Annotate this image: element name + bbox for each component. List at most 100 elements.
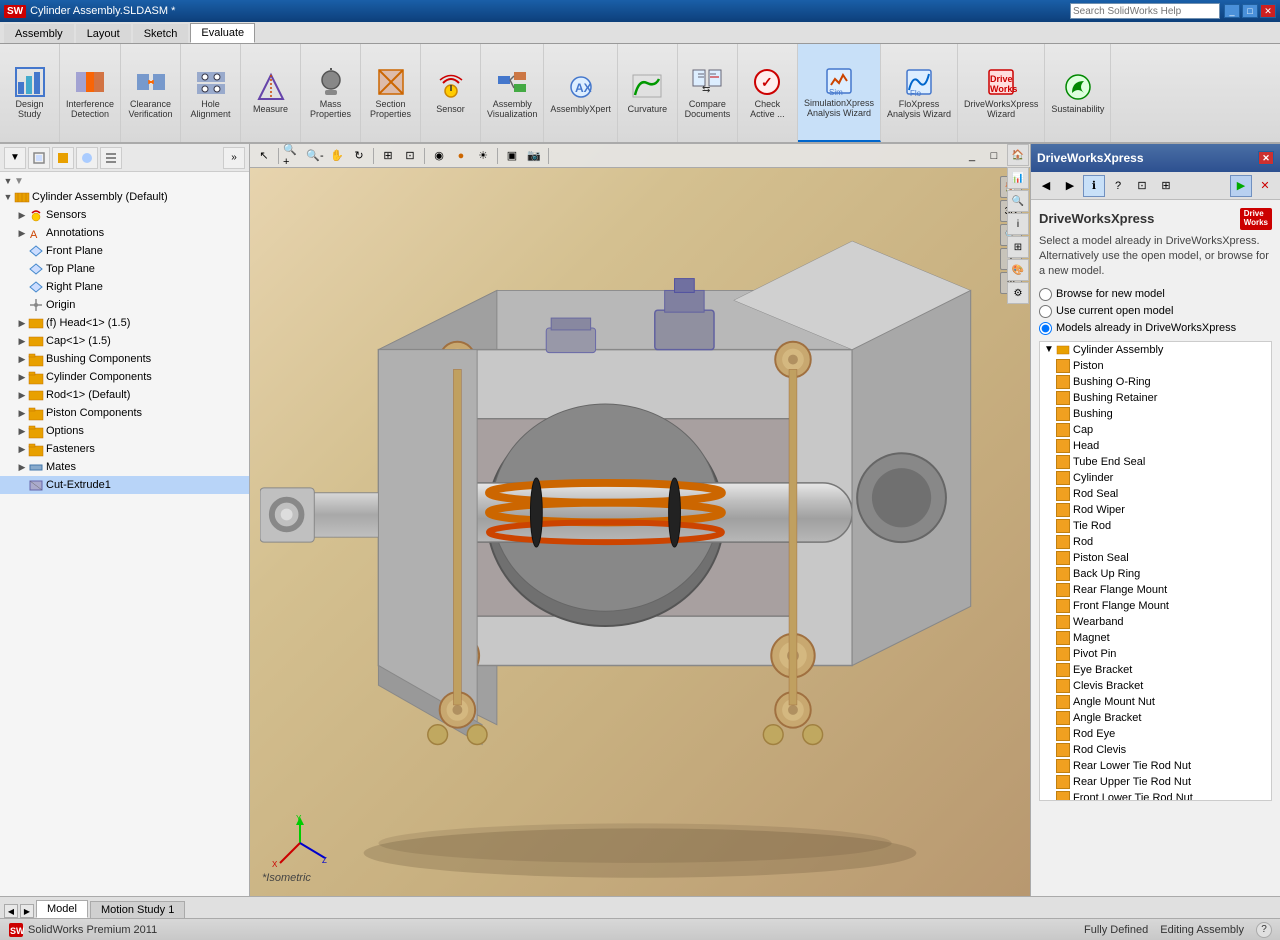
dw-tree-cylinder[interactable]: Cylinder xyxy=(1040,470,1271,486)
vp-display-btn[interactable]: ◉ xyxy=(429,147,449,165)
dw-tree-angle-mount-nut[interactable]: Angle Mount Nut xyxy=(1040,694,1271,710)
tree-bushing-components[interactable]: ▶ Bushing Components xyxy=(0,350,249,368)
ribbon-interference-detection[interactable]: InterferenceDetection xyxy=(60,44,121,142)
minimize-button[interactable]: _ xyxy=(1224,4,1240,18)
dw-tree-rod[interactable]: Rod xyxy=(1040,534,1271,550)
dw-tree-back-up-ring[interactable]: Back Up Ring xyxy=(1040,566,1271,582)
vp-pan-btn[interactable]: ✋ xyxy=(327,147,347,165)
radio-models-in-dw-input[interactable] xyxy=(1039,322,1052,335)
tree-cut-extrude1[interactable]: Cut-Extrude1 xyxy=(0,476,249,494)
ribbon-flo-xpress[interactable]: Flo FloXpressAnalysis Wizard xyxy=(881,44,958,142)
dw-tree-eye-bracket[interactable]: Eye Bracket xyxy=(1040,662,1271,678)
vp-color-btn[interactable]: ● xyxy=(451,147,471,165)
tree-root-assembly[interactable]: ▼ Cylinder Assembly (Default) xyxy=(0,188,249,206)
side-icon-5[interactable]: ⊞ xyxy=(1007,236,1029,258)
rp-info-btn[interactable]: ℹ xyxy=(1083,175,1105,197)
dw-tree-head[interactable]: Head xyxy=(1040,438,1271,454)
ribbon-compare-documents[interactable]: ⇆ CompareDocuments xyxy=(678,44,738,142)
dw-tree-cap[interactable]: Cap xyxy=(1040,422,1271,438)
vp-view1-btn[interactable]: ⊞ xyxy=(378,147,398,165)
side-icon-2[interactable]: 📊 xyxy=(1007,167,1029,189)
radio-current-input[interactable] xyxy=(1039,305,1052,318)
tree-btn4[interactable] xyxy=(100,147,122,169)
tree-filter-row[interactable]: ▼ ▼ xyxy=(0,174,249,188)
dw-tree-rear-flange-mount[interactable]: Rear Flange Mount xyxy=(1040,582,1271,598)
maximize-button[interactable]: □ xyxy=(1242,4,1258,18)
rp-help1-btn[interactable]: ? xyxy=(1107,175,1129,197)
tree-piston-components[interactable]: ▶ Piston Components xyxy=(0,404,249,422)
radio-browse-input[interactable] xyxy=(1039,288,1052,301)
dw-tree-tube-end-seal[interactable]: Tube End Seal xyxy=(1040,454,1271,470)
tree-sensors[interactable]: ▶ Sensors xyxy=(0,206,249,224)
tree-origin[interactable]: Origin xyxy=(0,296,249,314)
tree-head[interactable]: ▶ (f) Head<1> (1.5) xyxy=(0,314,249,332)
tab-motion-study[interactable]: Motion Study 1 xyxy=(90,901,185,918)
dw-tree-pivot-pin[interactable]: Pivot Pin xyxy=(1040,646,1271,662)
ribbon-simulation-xpress[interactable]: Sim SimulationXpressAnalysis Wizard xyxy=(798,44,881,142)
rp-forward-btn[interactable]: ▶ xyxy=(1059,175,1081,197)
tree-right-plane[interactable]: Right Plane xyxy=(0,278,249,296)
radio-current[interactable]: Use current open model xyxy=(1039,305,1272,318)
side-icon-4[interactable]: i xyxy=(1007,213,1029,235)
dw-tree-root[interactable]: ▼ Cylinder Assembly xyxy=(1040,342,1271,358)
viewport[interactable]: ↖ 🔍+ 🔍- ✋ ↻ ⊞ ⊡ ◉ ● ☀ ▣ 📷 _ □ ✕ 🏠 3 xyxy=(250,144,1030,896)
dw-tree-front-flange-mount[interactable]: Front Flange Mount xyxy=(1040,598,1271,614)
dw-tree-rod-seal[interactable]: Rod Seal xyxy=(1040,486,1271,502)
help-button[interactable]: ? xyxy=(1256,922,1272,938)
dw-tree-rod-eye[interactable]: Rod Eye xyxy=(1040,726,1271,742)
radio-models-in-dw[interactable]: Models already in DriveWorksXpress xyxy=(1039,322,1272,335)
dw-tree-piston[interactable]: Piston xyxy=(1040,358,1271,374)
tab-evaluate[interactable]: Evaluate xyxy=(190,23,255,43)
dw-tree[interactable]: ▼ Cylinder Assembly Piston Bushing O-Rin… xyxy=(1039,341,1272,801)
ribbon-check-active[interactable]: ✓ CheckActive ... xyxy=(738,44,798,142)
vp-maximize-btn[interactable]: □ xyxy=(984,147,1004,165)
ribbon-design-study[interactable]: DesignStudy xyxy=(0,44,60,142)
dw-tree-bushing-retainer[interactable]: Bushing Retainer xyxy=(1040,390,1271,406)
side-icon-3[interactable]: 🔍 xyxy=(1007,190,1029,212)
ribbon-sustainability[interactable]: Sustainability xyxy=(1045,44,1111,142)
tree-options[interactable]: ▶ Options xyxy=(0,422,249,440)
dw-tree-tie-rod[interactable]: Tie Rod xyxy=(1040,518,1271,534)
rp-expand-btn[interactable]: ⊞ xyxy=(1155,175,1177,197)
tree-cylinder-components[interactable]: ▶ Cylinder Components xyxy=(0,368,249,386)
vp-camera-btn[interactable]: 📷 xyxy=(524,147,544,165)
dw-tree-magnet[interactable]: Magnet xyxy=(1040,630,1271,646)
rp-play-btn[interactable]: ▶ xyxy=(1230,175,1252,197)
tab-model[interactable]: Model xyxy=(36,900,88,918)
dw-tree-rear-upper-tie-rod-nut[interactable]: Rear Upper Tie Rod Nut xyxy=(1040,774,1271,790)
tree-expand-btn[interactable]: » xyxy=(223,147,245,169)
tree-rod[interactable]: ▶ Rod<1> (Default) xyxy=(0,386,249,404)
dw-tree-rod-wiper[interactable]: Rod Wiper xyxy=(1040,502,1271,518)
dw-tree-piston-seal[interactable]: Piston Seal xyxy=(1040,550,1271,566)
ribbon-mass-properties[interactable]: MassProperties xyxy=(301,44,361,142)
vp-select-btn[interactable]: ↖ xyxy=(254,147,274,165)
vp-rotate-btn[interactable]: ↻ xyxy=(349,147,369,165)
ribbon-clearance-verification[interactable]: ClearanceVerification xyxy=(121,44,181,142)
tree-fasteners[interactable]: ▶ Fasteners xyxy=(0,440,249,458)
search-input[interactable] xyxy=(1070,3,1220,19)
scroll-right-btn[interactable]: ▶ xyxy=(20,904,34,918)
tab-assembly[interactable]: Assembly xyxy=(4,24,74,43)
dw-tree-rod-clevis[interactable]: Rod Clevis xyxy=(1040,742,1271,758)
tree-mates[interactable]: ▶ Mates xyxy=(0,458,249,476)
ribbon-hole-alignment[interactable]: HoleAlignment xyxy=(181,44,241,142)
tree-front-plane[interactable]: Front Plane xyxy=(0,242,249,260)
tree-btn3[interactable] xyxy=(76,147,98,169)
tab-sketch[interactable]: Sketch xyxy=(133,24,189,43)
dw-tree-bushing-oring[interactable]: Bushing O-Ring xyxy=(1040,374,1271,390)
dw-tree-clevis-bracket[interactable]: Clevis Bracket xyxy=(1040,678,1271,694)
ribbon-section-properties[interactable]: SectionProperties xyxy=(361,44,421,142)
ribbon-driveworks-xpress[interactable]: Drive Works DriveWorksXpressWizard xyxy=(958,44,1045,142)
scroll-left-btn[interactable]: ◀ xyxy=(4,904,18,918)
vp-section-btn[interactable]: ▣ xyxy=(502,147,522,165)
vp-minimize-btn[interactable]: _ xyxy=(962,147,982,165)
rp-close2-btn[interactable]: ✕ xyxy=(1254,175,1276,197)
vp-light-btn[interactable]: ☀ xyxy=(473,147,493,165)
side-icon-1[interactable]: 🏠 xyxy=(1007,144,1029,166)
side-icon-7[interactable]: ⚙ xyxy=(1007,282,1029,304)
ribbon-assembly-visualization[interactable]: AssemblyVisualization xyxy=(481,44,544,142)
dw-tree-bushing[interactable]: Bushing xyxy=(1040,406,1271,422)
tree-cap[interactable]: ▶ Cap<1> (1.5) xyxy=(0,332,249,350)
tree-btn1[interactable] xyxy=(28,147,50,169)
vp-zoom-out-btn[interactable]: 🔍- xyxy=(305,147,325,165)
